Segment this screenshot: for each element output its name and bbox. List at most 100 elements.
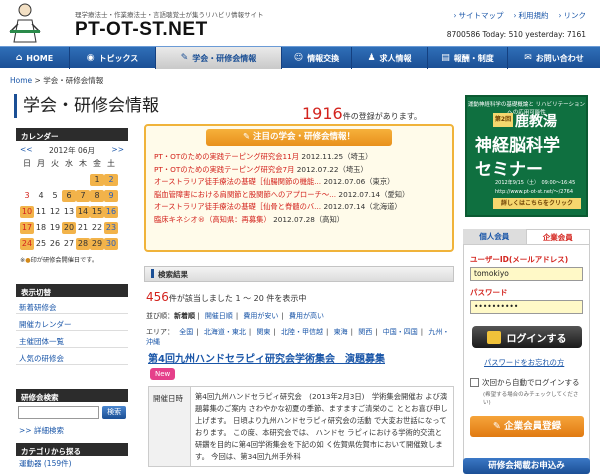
nav-seminars[interactable]: ✎ 学会・研修会情報 (156, 47, 282, 69)
password-input[interactable]: •••••••••• (470, 300, 583, 314)
nav-exchange[interactable]: ☺ 情報交換 (282, 47, 352, 69)
seminar-banner[interactable]: 運動神経科学の基礎概論と リハビリテーションへの応用可能性 第2回 鹿教湯 神経… (465, 95, 588, 217)
auto-login-row: 次回から自動でログインする (470, 377, 583, 388)
banner-url: http://www.pt-ot-st.net/～/2764 (495, 189, 574, 195)
calendar-day[interactable]: 24 (20, 238, 34, 250)
tab-personal[interactable]: 個人会員 (463, 229, 526, 244)
nav-topics[interactable]: ◉ トピックス (70, 47, 156, 69)
event-title-link[interactable]: 第4回九州ハンドセラピィ研究会学術集会 演題募集 (148, 350, 385, 365)
nav-home[interactable]: ⌂ HOME (0, 47, 70, 69)
logo-figure-icon (9, 3, 41, 43)
advanced-search-link[interactable]: >> 詳細検索 (16, 423, 128, 438)
auto-login-label: 次回から自動でログインする (482, 378, 580, 387)
notable-item-link[interactable]: オーストラリア徒手療法の基礎［仙骨と脊髄のバ... (154, 202, 321, 211)
pencil-icon: ✎ (242, 132, 254, 142)
arrow-icon: › (453, 11, 457, 20)
calendar-grid: 日月火水木金土 1 2 3 4 5 6 7 8 9 10 11 12 13 14 15 16 17 18 19 20 21… (16, 158, 128, 250)
sidebar-item-calendar[interactable]: 開催カレンダー (16, 314, 128, 331)
calendar-next[interactable]: >> (111, 145, 124, 156)
nav-jobs[interactable]: ♟ 求人情報 (352, 47, 428, 69)
notable-item-link[interactable]: オーストラリア徒手療法の基礎［仙腸関節の機能... (154, 177, 321, 186)
area-hokkaido-tohoku[interactable]: 北海道・東北 (204, 328, 246, 336)
site-title[interactable]: PT-OT-ST.NET (75, 19, 208, 41)
banner-title-3: セミナー (475, 160, 543, 180)
calendar-day[interactable]: 14 (76, 206, 90, 218)
event-date-label: 開催日時 (149, 387, 191, 466)
sort-current: 新着順 (174, 312, 195, 320)
calendar-day[interactable]: 16 (104, 206, 118, 218)
forgot-password-link[interactable]: パスワードをお忘れの方 (470, 358, 583, 368)
category-item[interactable]: 運動器 (159件) (16, 456, 128, 471)
sort-by-cheap[interactable]: 費用が安い (243, 312, 278, 320)
area-tokai[interactable]: 東海 (334, 328, 348, 336)
notable-item-link[interactable]: PT・OTのための実践テーピング研究会7月 (154, 165, 294, 174)
area-kansai[interactable]: 関西 (358, 328, 372, 336)
sidebar-item-popular[interactable]: 人気の研修会 (16, 348, 128, 365)
calendar-day[interactable]: 30 (104, 238, 118, 250)
calendar-day[interactable]: 28 (76, 238, 90, 250)
notable-item-link[interactable]: 脳血管障害における肩関節と股関節へのアプローチ～... (154, 190, 336, 199)
calendar-day: 3 (24, 191, 30, 200)
seminar-search-button[interactable]: 検索 (102, 406, 126, 419)
calendar-box: カレンダー << 2012年 06月 >> 日月火水木金土 1 2 3 4 5 6 7 8 9 10… (16, 128, 128, 269)
calendar-heading: カレンダー (16, 128, 128, 141)
calendar-day[interactable]: 23 (104, 222, 118, 234)
calendar-prev[interactable]: << (20, 145, 33, 156)
tab-corporate[interactable]: 企業会員 (525, 229, 590, 244)
banner-badge: 第2回 (493, 113, 513, 127)
calendar-day: 12 (49, 207, 61, 216)
sort-by-expensive[interactable]: 費用が高い (289, 312, 324, 320)
seminar-search-input[interactable] (18, 406, 100, 419)
sidebar-item-organizers[interactable]: 主催団体一覧 (16, 331, 128, 348)
calendar-day[interactable]: 6 (62, 190, 76, 202)
user-id-input[interactable]: tomokiyo (470, 267, 583, 281)
area-all[interactable]: 全国 (179, 328, 193, 336)
sort-by-date[interactable]: 開催日順 (205, 312, 233, 320)
calendar-day: 4 (38, 191, 44, 200)
calendar-day[interactable]: 15 (90, 206, 104, 218)
calendar-day[interactable]: 10 (20, 206, 34, 218)
site-tagline: 理学療法士・作業療法士・言語聴覚士が集うリハビリ情報サイト (75, 11, 264, 19)
calendar-day[interactable]: 20 (62, 222, 76, 234)
calendar-weekday: 火 (51, 159, 59, 168)
search-results: 検索結果 456件が該当しました 1 ～ 20 件を表示中 並び順：新着順 | … (144, 266, 454, 350)
main-nav: ⌂ HOME ◉ トピックス ✎ 学会・研修会情報 ☺ 情報交換 ♟ 求人情報 ▤ 報酬・制… (0, 46, 600, 69)
area-hokuriku[interactable]: 北陸・甲信越 (281, 328, 323, 336)
results-count: 456件が該当しました 1 ～ 20 件を表示中 (146, 290, 307, 304)
seminar-apply-button[interactable]: 研修会掲載お申込み (463, 458, 590, 474)
calendar-day[interactable]: 17 (20, 222, 34, 234)
area-chugoku-shikoku[interactable]: 中国・四国 (383, 328, 418, 336)
calendar-day[interactable]: 7 (76, 190, 90, 202)
notable-item: オーストラリア徒手療法の基礎［仙腸関節の機能... 2012.07.06（東京） (154, 177, 395, 187)
banner-date: 2012年9/15（土） 09:00〜16:45 (495, 180, 576, 186)
links-link[interactable]: › リンク (559, 10, 587, 21)
sitemap-link[interactable]: › サイトマップ (454, 10, 504, 21)
password-label: パスワード (470, 288, 508, 297)
breadcrumb-home[interactable]: Home (10, 76, 32, 85)
calendar-day: 19 (49, 223, 61, 232)
event-detail: 開催日時 第4回九州ハンドセラピィ研究会 (2013年2月3日) 学術集会開催お… (148, 386, 454, 467)
calendar-month: 2012年 06月 (48, 146, 95, 155)
calendar-day: 18 (35, 223, 47, 232)
corporate-register-button[interactable]: ✎ 企業会員登録 (470, 416, 584, 437)
registration-count: 1916件の登録があります。 (302, 104, 422, 123)
calendar-day[interactable]: 29 (90, 238, 104, 250)
login-button[interactable]: ログインする (471, 326, 582, 348)
notable-item-link[interactable]: 臨床キネシオ®（高知県：再募集） (154, 215, 271, 224)
calendar-day[interactable]: 2 (104, 174, 118, 186)
nav-contact[interactable]: ✉ お問い合わせ (508, 47, 600, 69)
calendar-day[interactable]: 9 (104, 190, 118, 202)
auto-login-checkbox[interactable] (470, 378, 479, 387)
notable-item-link[interactable]: PT・OTのための実践テーピング研究会11月 (154, 152, 299, 161)
breadcrumb: Home > 学会・研修会情報 (10, 75, 103, 86)
area-kanto[interactable]: 関東 (256, 328, 270, 336)
nav-rewards[interactable]: ▤ 報酬・制度 (428, 47, 508, 69)
pencil-icon: ✎ (180, 53, 189, 63)
banner-details-button[interactable]: 詳しくはこちらをクリック (493, 198, 581, 209)
calendar-day[interactable]: 1 (90, 174, 104, 186)
sidebar-item-new[interactable]: 新着研修会 (16, 297, 128, 314)
topics-icon: ◉ (86, 53, 95, 63)
calendar-day[interactable]: 8 (90, 190, 104, 202)
terms-link[interactable]: › 利用規約 (514, 10, 549, 21)
access-counter: 8700586 Today: 510 yesterday: 7161 (446, 30, 586, 39)
